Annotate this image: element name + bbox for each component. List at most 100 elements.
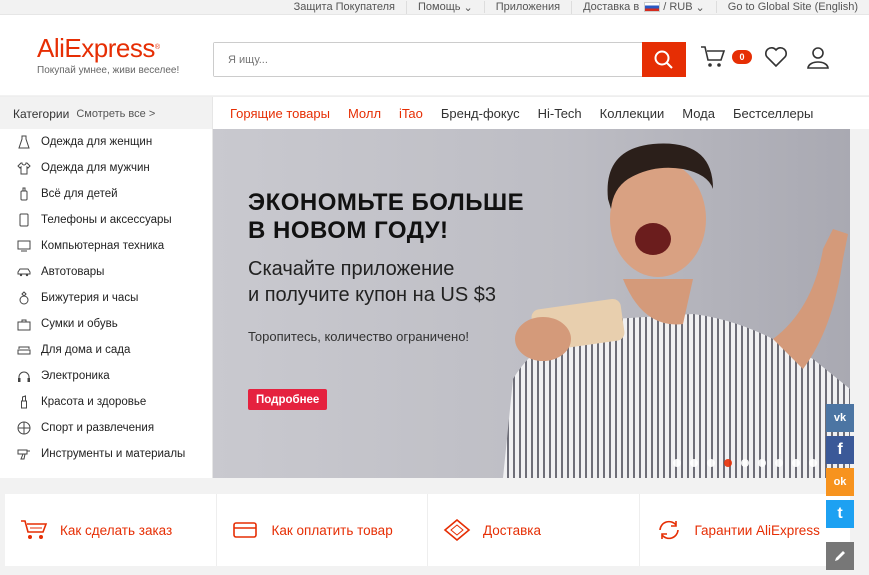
carousel-dot[interactable] [724, 459, 732, 467]
feature-how-to-order[interactable]: Как сделать заказ [5, 494, 217, 566]
see-all-link[interactable]: Смотреть все > [76, 108, 155, 120]
russia-flag-icon [644, 2, 661, 12]
chevron-down-icon: ⌄ [463, 1, 473, 14]
sidebar-item-bags[interactable]: Сумки и обувь [0, 311, 212, 337]
header: AliExpress® Покупай умнее, живи веселее!… [0, 15, 869, 95]
feature-label: Доставка [483, 522, 541, 538]
sidebar-item-sport[interactable]: Спорт и развлечения [0, 415, 212, 441]
headphones-icon [17, 369, 31, 383]
feature-label: Как сделать заказ [60, 522, 173, 538]
banner-subtitle: Скачайте приложение и получите купон на … [248, 256, 496, 308]
banner-subtitle-line-2: и получите купон на US $3 [248, 284, 496, 306]
cart-icon[interactable] [700, 45, 726, 69]
logo-text: AliExpress [37, 33, 155, 63]
delivery-menu[interactable]: Доставка в / RUB ⌄ [571, 0, 716, 14]
carousel-dot[interactable] [792, 459, 800, 467]
buyer-protection-link[interactable]: Защита Покупателя [283, 1, 406, 13]
top-bar: Защита Покупателя Помощь ⌄ Приложения Дос… [0, 0, 869, 15]
sidebar-item-kids[interactable]: Всё для детей [0, 181, 212, 207]
sidebar-item-auto[interactable]: Автотовары [0, 259, 212, 285]
apps-link[interactable]: Приложения [483, 1, 571, 13]
nav-link-collections[interactable]: Коллекции [600, 106, 665, 121]
nav-link-itao[interactable]: iTao [399, 106, 423, 121]
nav-link-mall[interactable]: Молл [348, 106, 381, 121]
banner-headline: ЭКОНОМЬТЕ БОЛЬШЕ В НОВОМ ГОДУ! [248, 189, 524, 245]
sidebar-item-tools[interactable]: Инструменты и материалы [0, 441, 212, 467]
sidebar-item-men[interactable]: Одежда для мужчин [0, 155, 212, 181]
nav-link-hitech[interactable]: Hi-Tech [538, 106, 582, 121]
cart-count-badge: 0 [732, 50, 752, 64]
odnoklassniki-share-button[interactable]: ok [826, 468, 854, 496]
carousel-dot[interactable] [673, 459, 681, 467]
user-icon[interactable] [806, 45, 830, 69]
nav-link-brand[interactable]: Бренд-фокус [441, 106, 520, 121]
search-button[interactable] [642, 42, 686, 77]
logo[interactable]: AliExpress® Покупай умнее, живи веселее! [37, 35, 179, 76]
sidebar-item-label: Одежда для мужчин [41, 162, 150, 174]
feature-label: Гарантии AliExpress [694, 522, 820, 538]
sidebar-item-women[interactable]: Одежда для женщин [0, 129, 212, 155]
carousel-dot[interactable] [758, 459, 766, 467]
box-icon [443, 519, 471, 541]
carousel-dots [673, 459, 817, 467]
sidebar-item-label: Красота и здоровье [41, 396, 147, 408]
vk-share-button[interactable]: vk [826, 404, 854, 432]
card-icon [232, 522, 257, 538]
pencil-icon [835, 551, 845, 561]
twitter-share-button[interactable]: t [826, 500, 854, 528]
lipstick-icon [17, 395, 31, 409]
sidebar-item-label: Автотовары [41, 266, 105, 278]
carousel-dot[interactable] [707, 459, 715, 467]
banner-note: Торопитесь, количество ограничено! [248, 329, 470, 344]
sidebar-item-home[interactable]: Для дома и сада [0, 337, 212, 363]
feature-guarantees[interactable]: Гарантии AliExpress [640, 494, 851, 566]
feature-how-to-pay[interactable]: Как оплатить товар [217, 494, 428, 566]
sidebar-item-label: Электроника [41, 370, 110, 382]
header-icons: 0 [700, 45, 830, 69]
facebook-share-button[interactable]: f [826, 436, 854, 464]
carousel-dot[interactable] [775, 459, 783, 467]
feature-delivery[interactable]: Доставка [428, 494, 640, 566]
carousel-dot[interactable] [690, 459, 698, 467]
dress-icon [17, 135, 31, 149]
categories-header[interactable]: Категории Смотреть все > [0, 97, 213, 130]
sidebar-item-label: Бижутерия и часы [41, 292, 139, 304]
sidebar-item-electronics[interactable]: Электроника [0, 363, 212, 389]
sidebar-item-beauty[interactable]: Красота и здоровье [0, 389, 212, 415]
category-sidebar: Одежда для женщин Одежда для мужчин Всё … [0, 129, 213, 478]
sidebar-item-jewelry[interactable]: Бижутерия и часы [0, 285, 212, 311]
ring-icon [17, 291, 31, 305]
search-icon [654, 50, 673, 69]
carousel-dot[interactable] [809, 459, 817, 467]
search-bar [213, 42, 686, 77]
carousel-dot[interactable] [741, 459, 749, 467]
banner-more-button[interactable]: Подробнее [248, 389, 328, 410]
nav-link-hot[interactable]: Горящие товары [230, 106, 330, 121]
global-site-link[interactable]: Go to Global Site (English) [715, 1, 869, 13]
edit-pencil-button[interactable] [826, 542, 854, 570]
sidebar-item-label: Телефоны и аксессуары [41, 214, 172, 226]
cart-icon [21, 520, 48, 539]
baby-bottle-icon [17, 187, 31, 201]
help-menu[interactable]: Помощь ⌄ [405, 0, 484, 14]
sidebar-item-computers[interactable]: Компьютерная техника [0, 233, 212, 259]
heart-icon[interactable] [764, 46, 788, 68]
nav-link-fashion[interactable]: Мода [682, 106, 715, 121]
nav-link-bestsellers[interactable]: Бестселлеры [733, 106, 813, 121]
hero-banner[interactable]: ЭКОНОМЬТЕ БОЛЬШЕ В НОВОМ ГОДУ! Скачайте … [213, 129, 850, 478]
categories-label: Категории [13, 106, 70, 121]
phone-icon [17, 213, 31, 227]
sidebar-item-label: Для дома и сада [41, 344, 131, 356]
social-share-bar: vk f ok t [826, 404, 854, 532]
feature-label: Как оплатить товар [271, 522, 393, 538]
search-input[interactable] [214, 43, 634, 76]
banner-headline-line-1: ЭКОНОМЬТЕ БОЛЬШЕ [248, 189, 525, 216]
sidebar-item-label: Всё для детей [41, 188, 118, 200]
logo-tagline: Покупай умнее, живи веселее! [37, 65, 180, 76]
nav-bar: Категории Смотреть все > Горящие товары … [0, 96, 869, 130]
sidebar-item-label: Сумки и обувь [41, 318, 118, 330]
delivery-label: Доставка в [583, 1, 640, 13]
sidebar-item-phones[interactable]: Телефоны и аксессуары [0, 207, 212, 233]
monitor-icon [17, 239, 31, 253]
features-bar: Как сделать заказ Как оплатить товар Дос… [5, 494, 850, 566]
